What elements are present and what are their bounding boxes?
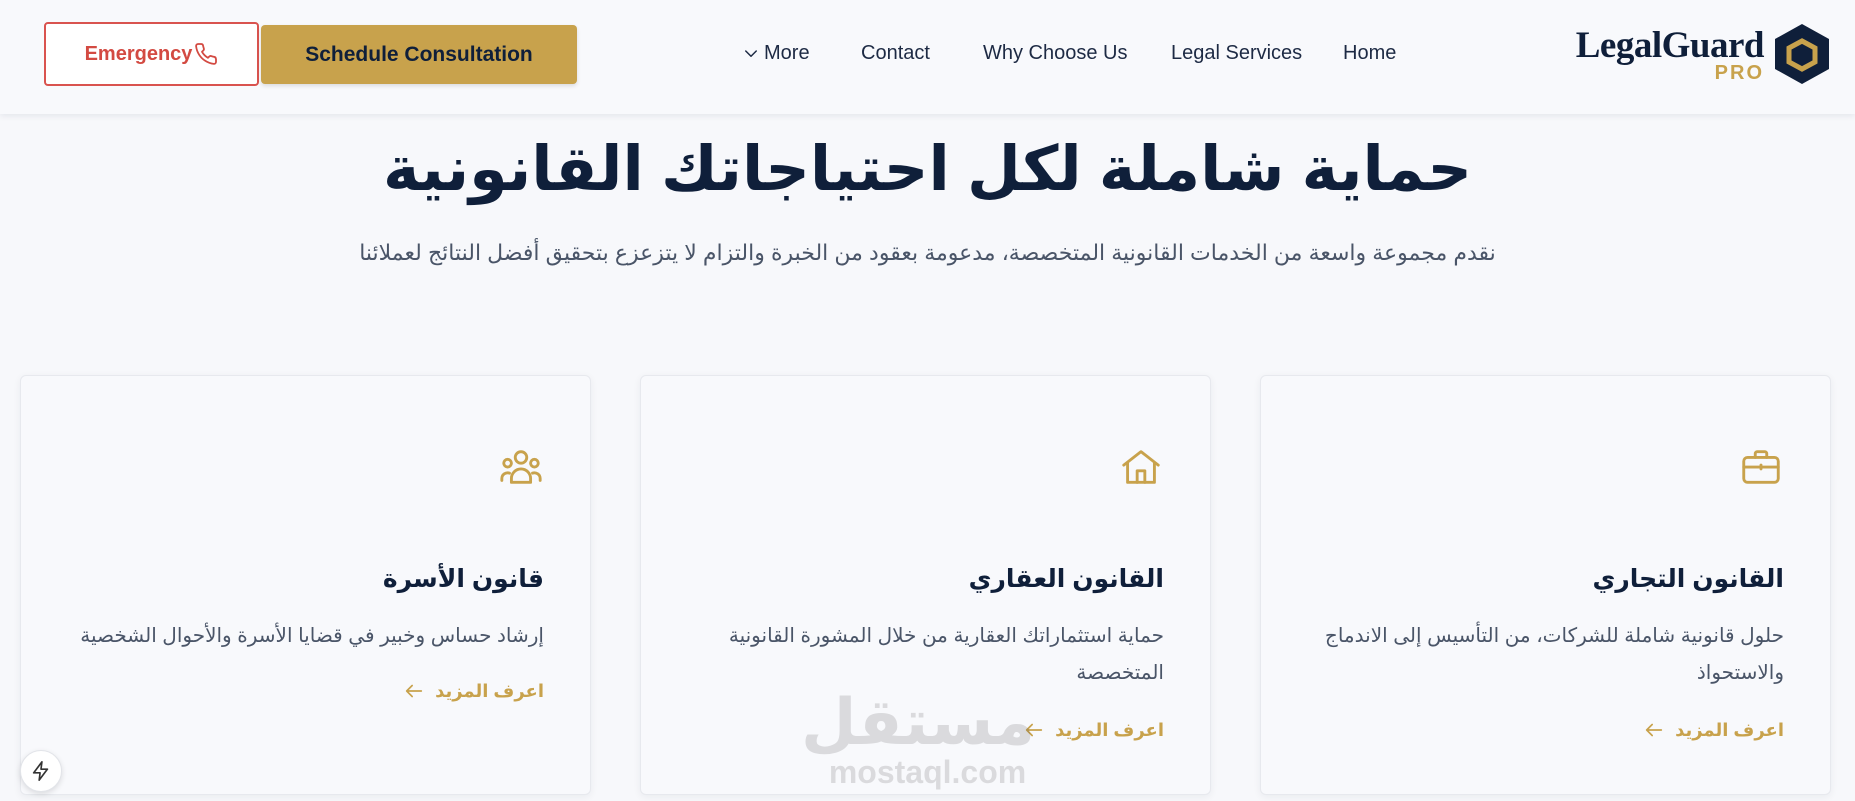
card-description: حماية استثماراتك العقارية من خلال المشور… xyxy=(728,625,1164,684)
card-description: إرشاد حساس وخبير في قضايا الأسرة والأحوا… xyxy=(80,625,544,647)
mostaql-watermark: مستقل mostaql.com xyxy=(800,686,1035,800)
service-card-family[interactable]: قانون الأسرة إرشاد حساس وخبير في قضايا ا… xyxy=(20,375,591,795)
lightning-icon xyxy=(32,761,49,781)
section-subtitle: نقدم مجموعة واسعة من الخدمات القانونية ا… xyxy=(359,240,1496,265)
nav-more-label: More xyxy=(764,42,810,64)
emergency-label: Emergency xyxy=(84,42,193,65)
chevron-down-icon xyxy=(745,49,757,57)
learn-more-label: اعرف المزيد xyxy=(435,680,544,701)
nav-more[interactable]: More xyxy=(742,42,810,65)
logo-name: LegalGuard xyxy=(1575,25,1765,66)
learn-more-link[interactable]: اعرف المزيد xyxy=(1643,719,1784,741)
lightning-button[interactable] xyxy=(20,750,62,792)
watermark-arabic: مستقل xyxy=(800,686,1035,758)
site-header: Emergency Schedule Consultation More Con… xyxy=(0,0,1855,114)
card-title: القانون التجاري xyxy=(1592,565,1784,593)
site-logo[interactable]: LegalGuard PRO xyxy=(1563,22,1833,86)
users-icon xyxy=(500,450,542,484)
emergency-button[interactable]: Emergency xyxy=(44,22,259,86)
home-icon xyxy=(1122,450,1160,484)
nav-contact[interactable]: Contact xyxy=(861,42,930,65)
schedule-consultation-button[interactable]: Schedule Consultation xyxy=(261,25,577,84)
learn-more-link[interactable]: اعرف المزيد xyxy=(403,680,544,702)
briefcase-icon xyxy=(1742,450,1780,484)
nav-home[interactable]: Home xyxy=(1343,42,1396,65)
logo-sub: PRO xyxy=(1714,62,1764,84)
card-title: القانون العقاري xyxy=(968,565,1164,593)
arrow-left-icon xyxy=(405,684,423,698)
nav-legal-services[interactable]: Legal Services xyxy=(1171,42,1302,65)
section-title: حماية شاملة لكل احتياجاتك القانونية xyxy=(382,135,1473,204)
card-description: حلول قانونية شاملة للشركات، من التأسيس إ… xyxy=(1324,625,1784,684)
card-title: قانون الأسرة xyxy=(382,565,544,593)
phone-icon xyxy=(195,43,218,65)
learn-more-link[interactable]: اعرف المزيد xyxy=(1023,719,1164,741)
arrow-left-icon xyxy=(1645,723,1663,737)
hexagon-logo-icon xyxy=(1775,24,1829,84)
learn-more-label: اعرف المزيد xyxy=(1055,719,1164,740)
service-card-commercial[interactable]: القانون التجاري حلول قانونية شاملة للشرك… xyxy=(1260,375,1831,795)
learn-more-label: اعرف المزيد xyxy=(1675,719,1784,740)
watermark-latin: mostaql.com xyxy=(828,754,1027,790)
nav-why-choose-us[interactable]: Why Choose Us xyxy=(983,42,1128,65)
